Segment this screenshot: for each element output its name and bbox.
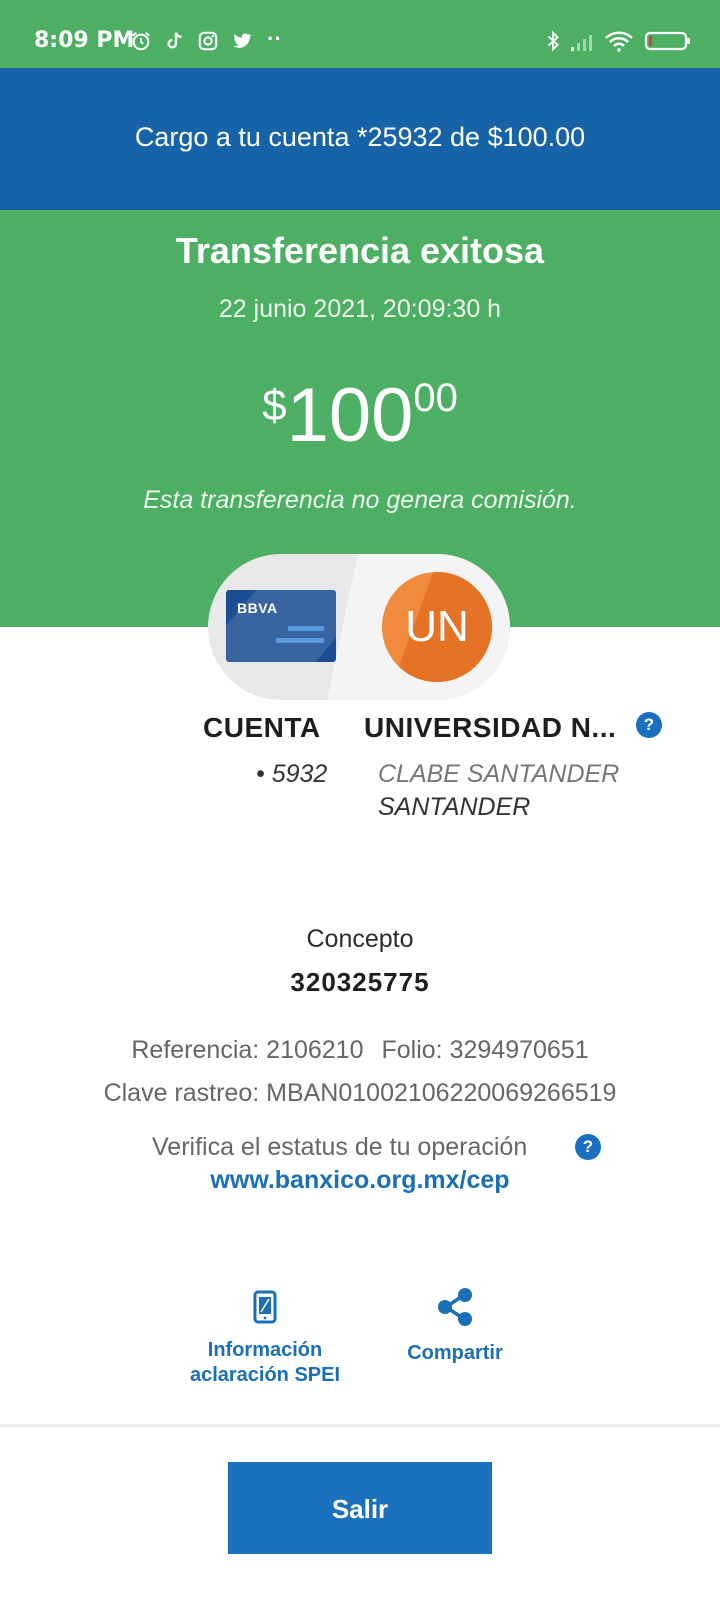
- trace-key: Clave rastreo: MBAN01002106220069266519: [103, 1079, 617, 1107]
- success-title: Transferencia exitosa: [175, 230, 545, 271]
- folio-number: Folio: 3294970651: [381, 1036, 589, 1064]
- transfer-amount: $10000: [0, 378, 720, 454]
- status-time: 8:09 PM: [34, 28, 135, 53]
- recipient-name: UNIVERSIDAD N...: [364, 712, 617, 743]
- origin-account-label: CUENTA: [203, 712, 321, 743]
- verify-help-icon[interactable]: ?: [575, 1134, 601, 1160]
- amount-currency: $: [262, 381, 287, 430]
- no-fee-notice: Esta transferencia no genera comisión.: [143, 486, 577, 514]
- alarm-icon: [132, 31, 150, 51]
- verify-status-text: Verifica el estatus de tu operación: [152, 1133, 528, 1161]
- footer-divider: [0, 1424, 720, 1427]
- recipient-account-type: CLABE SANTANDER: [378, 760, 620, 788]
- wifi-icon: [605, 31, 633, 52]
- card-stripe: [276, 638, 324, 643]
- bbva-logo: BBVA: [237, 600, 278, 616]
- transfer-parties-pill: BBVA UN: [208, 554, 510, 700]
- share-button[interactable]: Compartir: [393, 1287, 517, 1366]
- instagram-icon: [198, 31, 218, 51]
- concept-label: Concepto: [306, 925, 414, 953]
- origin-account-number: • 5932: [256, 760, 328, 788]
- battery-icon: [644, 31, 690, 51]
- amount-integer: 100: [286, 373, 414, 458]
- charge-banner-text: Cargo a tu cuenta *25932 de $100.00: [134, 122, 586, 152]
- status-bar: 8:09 PM ··: [0, 0, 720, 68]
- phone-icon: [253, 1290, 277, 1324]
- recipient-bank: SANTANDER: [378, 793, 531, 821]
- tiktok-icon: [167, 32, 182, 49]
- card-stripe: [288, 626, 324, 631]
- reference-line: Referencia: 2106210 Folio: 3294970651: [0, 1036, 720, 1065]
- spei-info-button[interactable]: Información aclaración SPEI: [180, 1290, 350, 1388]
- share-icon: [438, 1288, 472, 1326]
- exit-button[interactable]: Salir: [228, 1462, 492, 1554]
- concept-value: 320325775: [290, 967, 430, 997]
- twitter-icon: [233, 33, 252, 48]
- bluetooth-icon: [547, 30, 559, 52]
- avatar-initials: UN: [405, 602, 469, 651]
- recipient-avatar: UN: [382, 572, 492, 682]
- more-notifications-indicator: ··: [267, 26, 282, 51]
- spei-info-label-line1: Información: [207, 1339, 323, 1361]
- reference-number: Referencia: 2106210: [131, 1036, 364, 1064]
- amount-decimals: 00: [413, 376, 458, 420]
- bbva-card-icon: BBVA: [226, 590, 336, 662]
- transfer-datetime: 22 junio 2021, 20:09:30 h: [218, 295, 502, 323]
- share-label: Compartir: [407, 1342, 503, 1364]
- recipient-help-icon[interactable]: ?: [636, 712, 662, 738]
- banxico-cep-link[interactable]: www.banxico.org.mx/cep: [0, 1166, 720, 1195]
- spei-info-label-line2: aclaración SPEI: [189, 1364, 341, 1386]
- charge-banner: Cargo a tu cuenta *25932 de $100.00: [0, 68, 720, 210]
- signal-icon: [571, 35, 592, 51]
